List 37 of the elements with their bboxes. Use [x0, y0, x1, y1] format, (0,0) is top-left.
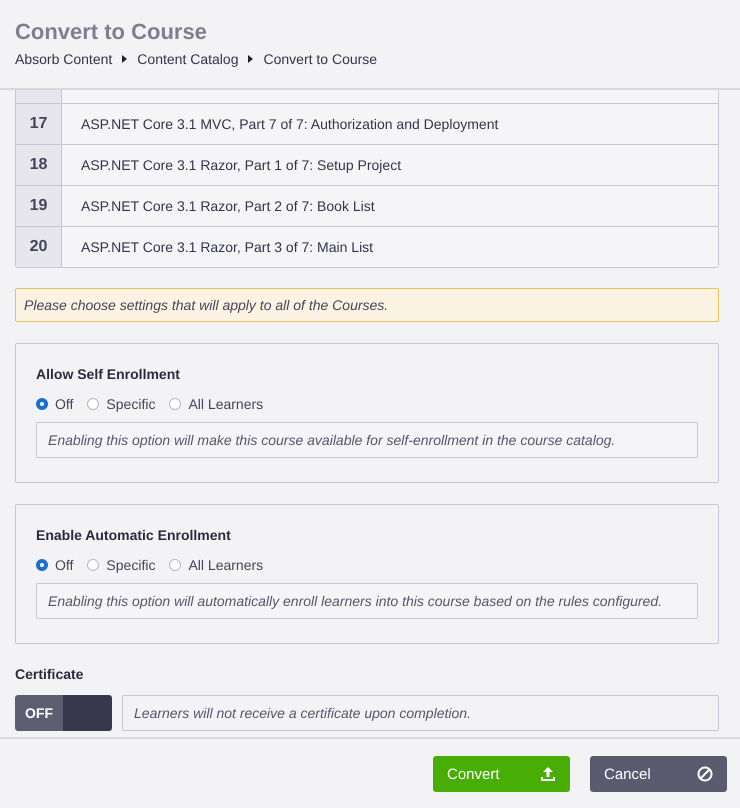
breadcrumb-link[interactable]: Convert to Course [263, 51, 378, 67]
caret-icon [122, 55, 128, 63]
radio-option[interactable]: Specific [87, 557, 156, 573]
description-box: Learners will not receive a certificate upon completion. [122, 695, 719, 731]
row-number: 19 [16, 186, 62, 226]
panel-title: Enable Automatic Enrollment [36, 527, 232, 543]
table-cell: ASP.NET Core 3.1 Razor, Part 3 of 7: Main List [62, 227, 718, 267]
table-cell: ASP.NET Core 3.1 Razor, Part 1 of 7: Setup Project [62, 145, 718, 185]
description-box: Enabling this option will make this course available for self-enrollment in the course catalog. [36, 422, 698, 458]
row-number: 17 [16, 104, 62, 144]
breadcrumb-link[interactable]: Absorb Content [15, 51, 112, 67]
radio-label: Off [55, 557, 74, 573]
cancel-icon [697, 766, 713, 782]
table-cell: ASP.NET Core 3.1 Razor, Part 2 of 7: Book List [62, 186, 718, 226]
radio-option[interactable]: Off [36, 396, 74, 412]
radio-option[interactable]: Specific [87, 396, 156, 412]
radio-option[interactable]: All Learners [169, 396, 264, 412]
row-number: 18 [16, 145, 62, 185]
radio-label: All Learners [188, 557, 264, 573]
caret-icon [248, 55, 254, 63]
radio-label: Specific [106, 396, 156, 412]
radio-option[interactable]: Off [36, 557, 74, 573]
row-number: 20 [16, 227, 62, 267]
description-box: Enabling this option will automatically enroll learners into this course based on the rules configured. [36, 583, 698, 619]
radio-label: All Learners [188, 396, 264, 412]
radio-label: Specific [106, 557, 156, 573]
notice-banner: Please choose settings that will apply to all of the Courses. [15, 288, 719, 322]
section-label: Certificate [15, 666, 84, 682]
toggle-switch[interactable]: OFF [15, 695, 112, 731]
radio-label: Off [55, 396, 74, 412]
radio-option[interactable]: All Learners [169, 557, 264, 573]
cancel-button[interactable]: Cancel [590, 756, 727, 792]
breadcrumb-link[interactable]: Content Catalog [137, 51, 238, 67]
upload-icon [540, 766, 556, 782]
table-cell: ASP.NET Core 3.1 MVC, Part 7 of 7: Authorization and Deployment [62, 104, 718, 144]
page-title: Convert to Course [15, 18, 208, 45]
panel-title: Allow Self Enrollment [36, 366, 181, 382]
